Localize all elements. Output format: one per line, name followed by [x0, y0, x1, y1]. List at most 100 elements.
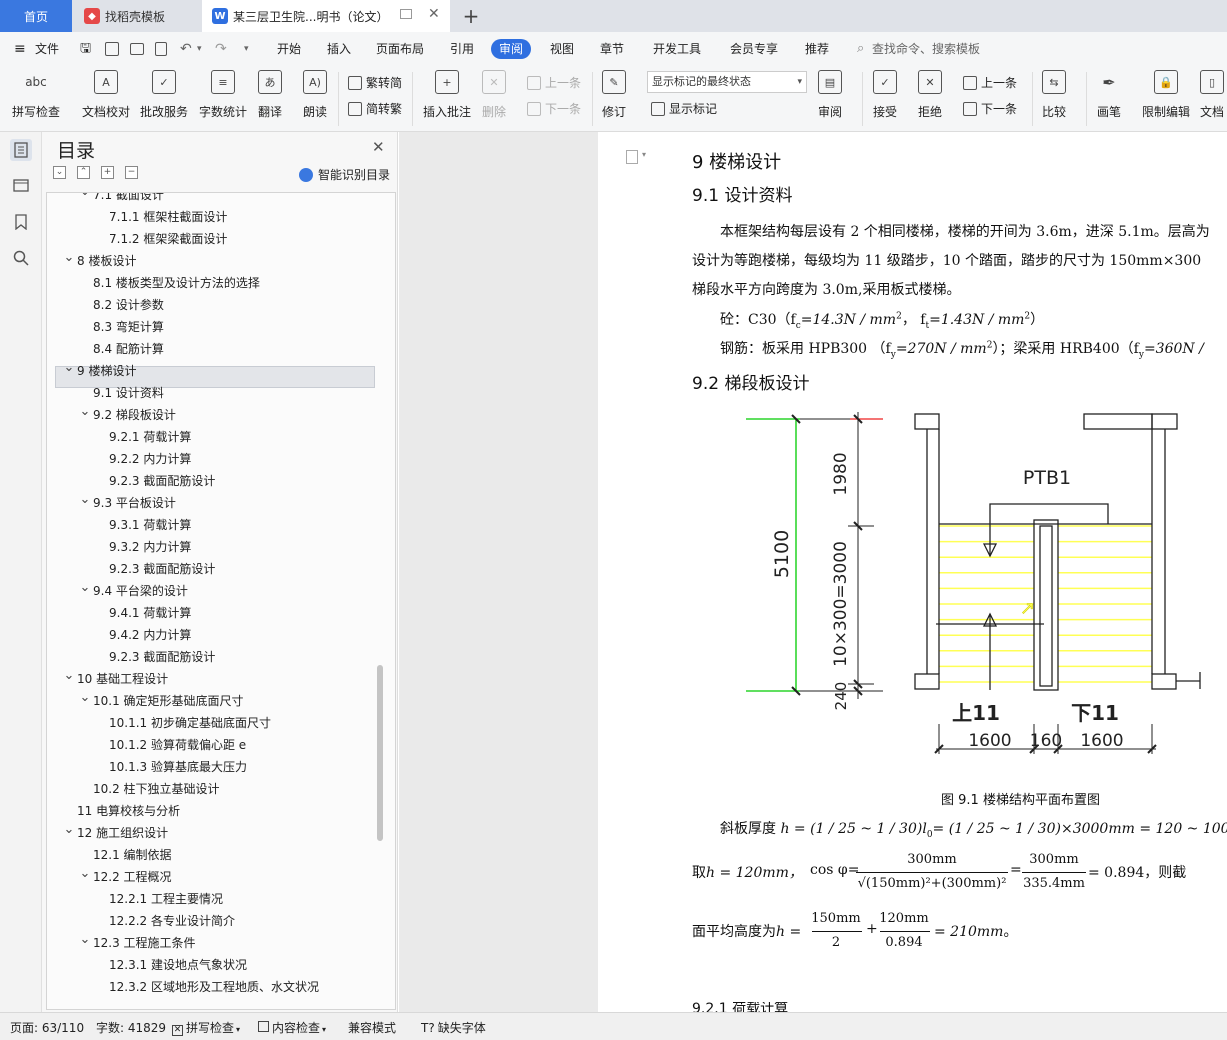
close-icon[interactable]: ✕: [372, 138, 385, 156]
pen-button[interactable]: ✒ 画笔: [1097, 70, 1121, 120]
chevron-down-icon[interactable]: ⌄: [79, 863, 91, 885]
toc-item[interactable]: 9.4.2 内力计算: [47, 624, 377, 646]
chevron-down-icon[interactable]: ⌄: [79, 577, 91, 599]
toc-item[interactable]: 8.3 弯矩计算: [47, 316, 377, 338]
accept-button[interactable]: ✓ 接受: [873, 70, 897, 120]
toc-item[interactable]: 12.1 编制依据: [47, 844, 377, 866]
toc-item[interactable]: 9.2.3 截面配筋设计: [47, 470, 377, 492]
word-count-indicator[interactable]: 字数: 41829: [96, 1019, 166, 1036]
expand-all-icon[interactable]: ⌄: [53, 166, 66, 179]
toc-item[interactable]: ⌄ 9 楼梯设计: [47, 360, 377, 382]
next-change-button[interactable]: 下一条: [963, 100, 1017, 117]
restrict-edit-button[interactable]: 🔒 限制编辑: [1142, 70, 1190, 120]
tab-home[interactable]: 首页: [0, 0, 72, 32]
toc-item[interactable]: 9.2.3 截面配筋设计: [47, 646, 377, 668]
compare-button[interactable]: ⇆ 比较: [1042, 70, 1066, 120]
print-icon[interactable]: [130, 43, 144, 55]
undo-icon[interactable]: ↶: [180, 39, 192, 59]
toc-item[interactable]: 9.4.1 荷载计算: [47, 602, 377, 624]
undo-dropdown-icon[interactable]: ▾: [197, 39, 202, 59]
toc-scrollbar[interactable]: [377, 665, 383, 841]
tab-template[interactable]: ◆ 找稻壳模板: [72, 0, 202, 32]
toc-item[interactable]: ⌄ 12 施工组织设计: [47, 822, 377, 844]
chevron-down-icon[interactable]: ⌄: [79, 193, 91, 203]
new-tab-icon[interactable]: +: [458, 0, 484, 32]
collapse-all-icon[interactable]: ⌃: [77, 166, 90, 179]
toc-item[interactable]: 10.1.3 验算基底最大压力: [47, 756, 377, 778]
menu-reference[interactable]: 引用: [450, 39, 474, 59]
document-page[interactable]: ▾ 9 楼梯设计 9.1 设计资料 本框架结构每层设有 2 个相同楼梯，楼梯的开…: [598, 132, 1227, 1012]
toc-item[interactable]: 8.2 设计参数: [47, 294, 377, 316]
redo-icon[interactable]: ↷: [215, 39, 227, 59]
chevron-down-icon[interactable]: ⌄: [63, 665, 75, 687]
menu-insert[interactable]: 插入: [327, 39, 351, 59]
tab-document[interactable]: W 某三层卫生院...明书（论文） ✕: [202, 0, 450, 32]
toc-item[interactable]: 11 电算校核与分析: [47, 800, 377, 822]
trad-to-simp-button[interactable]: 繁转简: [348, 74, 402, 91]
prev-comment-button[interactable]: 上一条: [527, 74, 581, 91]
toc-item[interactable]: 9.3.2 内力计算: [47, 536, 377, 558]
toc-item[interactable]: 9.1 设计资料: [47, 382, 377, 404]
toc-item[interactable]: ⌄ 8 楼板设计: [47, 250, 377, 272]
menu-recommend[interactable]: 推荐: [805, 39, 829, 59]
delete-comment-button[interactable]: ✕ 删除: [482, 70, 506, 120]
chevron-down-icon[interactable]: ⌄: [79, 489, 91, 511]
menu-developer[interactable]: 开发工具: [653, 39, 701, 59]
chevron-down-icon[interactable]: ⌄: [63, 357, 75, 379]
toc-item[interactable]: 10.1.1 初步确定基础底面尺寸: [47, 712, 377, 734]
read-aloud-button[interactable]: A) 朗读: [303, 70, 327, 120]
add-level-icon[interactable]: +: [101, 166, 114, 179]
reject-button[interactable]: ✕ 拒绝: [918, 70, 942, 120]
menu-start[interactable]: 开始: [277, 39, 301, 59]
doc-proof-button[interactable]: A 文档校对: [82, 70, 130, 120]
menu-view[interactable]: 视图: [550, 39, 574, 59]
toc-item[interactable]: 12.3.2 区域地形及工程地质、水文状况: [47, 976, 377, 998]
chevron-down-icon[interactable]: ▾: [642, 150, 646, 159]
toc-item[interactable]: 7.1.1 框架柱截面设计: [47, 206, 377, 228]
status-spell-check[interactable]: ✕ 拼写检查 ▾: [172, 1019, 240, 1036]
chevron-down-icon[interactable]: ⌄: [79, 401, 91, 423]
toc-item[interactable]: 10.1.2 验算荷载偏心距 e: [47, 734, 377, 756]
menu-review[interactable]: 审阅: [491, 39, 532, 59]
toc-item[interactable]: 8.4 配筋计算: [47, 338, 377, 360]
toc-item[interactable]: 10.2 柱下独立基础设计: [47, 778, 377, 800]
bookmark-icon[interactable]: [10, 211, 32, 233]
toc-item[interactable]: 8.1 楼板类型及设计方法的选择: [47, 272, 377, 294]
toc-item[interactable]: ⌄ 9.2 梯段板设计: [47, 404, 377, 426]
show-markup-button[interactable]: 显示标记: [651, 100, 717, 117]
close-tab-icon[interactable]: ✕: [428, 6, 440, 22]
toc-item[interactable]: 9.3.1 荷载计算: [47, 514, 377, 536]
toc-item[interactable]: 12.2.1 工程主要情况: [47, 888, 377, 910]
chevron-down-icon[interactable]: ⌄: [79, 929, 91, 951]
toc-item[interactable]: 9.2.3 截面配筋设计: [47, 558, 377, 580]
chevron-down-icon[interactable]: ⌄: [63, 819, 75, 841]
toc-item[interactable]: ⌄ 9.4 平台梁的设计: [47, 580, 377, 602]
menu-page-layout[interactable]: 页面布局: [376, 39, 424, 59]
find-icon[interactable]: [10, 247, 32, 269]
save-icon[interactable]: 🖫: [80, 39, 91, 59]
preview-icon[interactable]: [155, 42, 167, 56]
chevron-down-icon[interactable]: ⌄: [63, 247, 75, 269]
paragraph-handle-icon[interactable]: [626, 150, 638, 164]
toc-item[interactable]: ⌄ 12.2 工程概况: [47, 866, 377, 888]
translate-button[interactable]: あ翻译: [258, 70, 282, 120]
toc-panel-icon[interactable]: [10, 139, 32, 161]
word-count-button[interactable]: ≡ 字数统计: [199, 70, 247, 120]
spell-check-button[interactable]: abc 拼写检查: [12, 70, 60, 120]
status-content-check[interactable]: 内容检查 ▾: [258, 1019, 326, 1036]
hamburger-icon[interactable]: ≡: [14, 39, 26, 59]
menu-file[interactable]: 文件: [35, 39, 59, 59]
customize-toolbar-icon[interactable]: ▾: [244, 39, 249, 59]
toc-item[interactable]: ⌄ 10 基础工程设计: [47, 668, 377, 690]
toc-item[interactable]: ⌄ 12.3 工程施工条件: [47, 932, 377, 954]
toc-item[interactable]: ⌄ 10.1 确定矩形基础底面尺寸: [47, 690, 377, 712]
review-pane-button[interactable]: ▤ 审阅: [818, 70, 842, 120]
next-comment-button[interactable]: 下一条: [527, 100, 581, 117]
toc-item[interactable]: 12.2.2 各专业设计简介: [47, 910, 377, 932]
smart-toc-button[interactable]: 智能识别目录: [299, 166, 390, 183]
document-permission-button[interactable]: ▯ 文档: [1200, 70, 1224, 120]
page-indicator[interactable]: 页面: 63/110: [10, 1019, 84, 1036]
prev-change-button[interactable]: 上一条: [963, 74, 1017, 91]
window-icon[interactable]: [400, 9, 412, 19]
export-icon[interactable]: [105, 42, 119, 56]
